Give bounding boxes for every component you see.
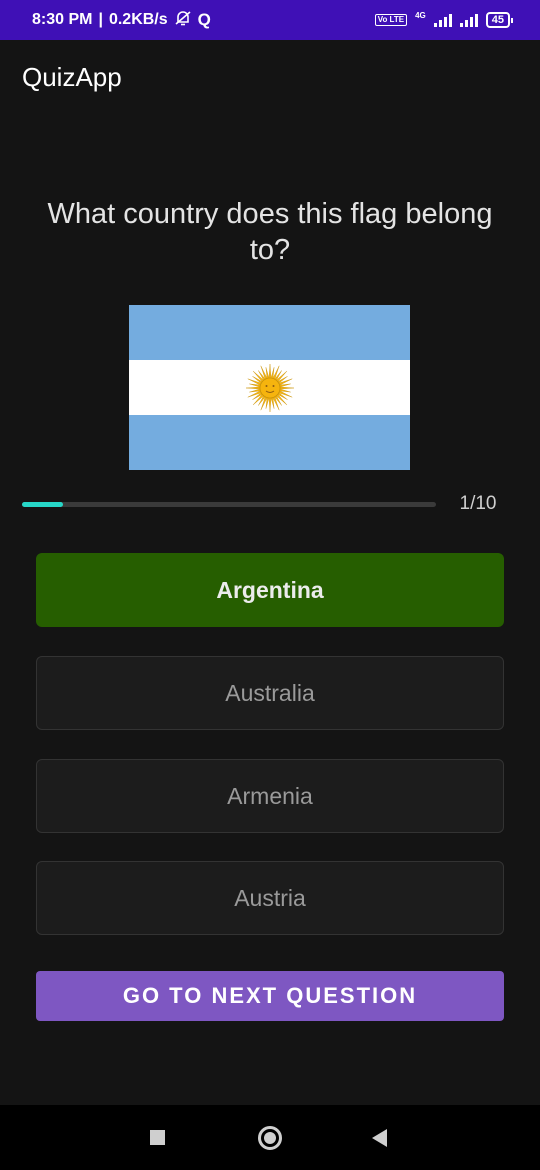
option-button-australia[interactable]: Australia	[36, 656, 504, 730]
battery-icon: 45	[485, 12, 514, 28]
recents-icon[interactable]	[150, 1130, 165, 1145]
next-question-button[interactable]: GO TO NEXT QUESTION	[36, 971, 504, 1021]
status-separator: |	[98, 11, 103, 28]
question-text: What country does this flag belong to?	[47, 198, 493, 266]
flag-bottom-band	[129, 415, 410, 470]
sun-of-may-icon	[245, 363, 294, 412]
option-button-austria[interactable]: Austria	[36, 861, 504, 935]
progress-bar	[22, 502, 436, 507]
signal-icon-2	[459, 13, 478, 27]
volte-icon: Vo LTE	[374, 14, 408, 26]
mute-bell-icon	[174, 9, 192, 32]
flag-top-band	[129, 305, 410, 360]
app-title: QuizApp	[22, 62, 122, 92]
navigation-bar	[0, 1105, 540, 1170]
option-button-armenia[interactable]: Armenia	[36, 759, 504, 833]
flag-image	[129, 305, 410, 470]
status-net-speed: 0.2KB/s	[108, 11, 168, 28]
status-time: 8:30 PM	[32, 11, 93, 28]
q-app-icon: Q	[197, 10, 211, 29]
back-icon[interactable]	[372, 1129, 387, 1147]
home-icon[interactable]	[258, 1126, 282, 1150]
option-button-argentina[interactable]: Argentina	[36, 553, 504, 627]
flag-middle-band	[129, 360, 410, 415]
status-bar: 8:30 PM | 0.2KB/s Q Vo LTE 4G 45	[0, 0, 540, 40]
signal-icon	[433, 13, 452, 27]
progress-fill	[22, 502, 64, 507]
progress-label: 1/10	[459, 493, 497, 514]
status-right: Vo LTE 4G 45	[374, 11, 514, 28]
network-type: 4G	[415, 11, 426, 20]
status-left: 8:30 PM | 0.2KB/s Q	[32, 9, 211, 32]
